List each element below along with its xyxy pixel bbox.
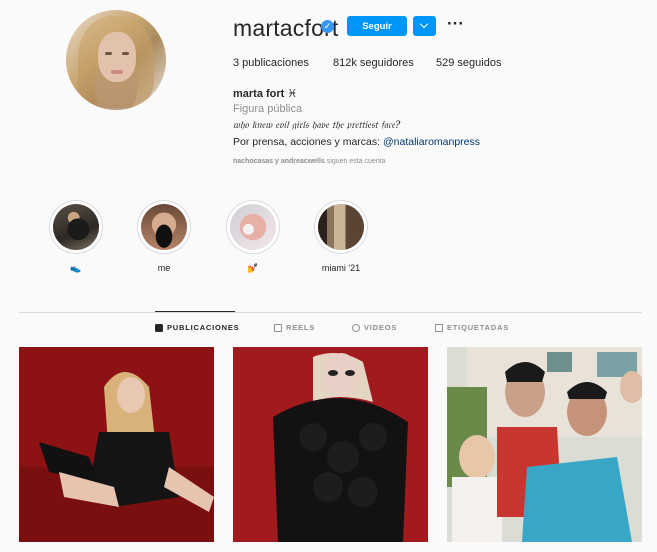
suggested-dropdown-button[interactable] — [413, 16, 436, 36]
tab-label: REELS — [286, 323, 316, 332]
profile-full-name: marta fort ♓︎ — [233, 88, 298, 100]
highlight-ring — [137, 200, 191, 254]
grid-icon — [155, 323, 163, 332]
followed-by-names[interactable]: nachocasas y andreacwells — [233, 158, 325, 165]
post-image — [19, 347, 214, 542]
more-options-icon[interactable]: ··· — [447, 15, 465, 36]
post-image — [233, 347, 428, 542]
avatar-eye — [105, 52, 112, 55]
highlight-item[interactable]: 👟 — [49, 200, 103, 273]
highlight-cover — [53, 204, 99, 250]
follow-button[interactable]: Seguir — [347, 16, 407, 36]
tagged-icon — [435, 323, 443, 332]
tab-label: PUBLICACIONES — [167, 323, 240, 332]
tab-label: VIDEOS — [364, 323, 398, 332]
verified-badge-icon: ✓ — [321, 20, 334, 33]
post-thumbnail[interactable] — [233, 347, 428, 542]
following-count[interactable]: 529 seguidos — [436, 57, 501, 69]
highlight-ring — [226, 200, 280, 254]
avatar-eye — [122, 52, 129, 55]
chevron-down-icon — [419, 19, 429, 29]
bio-line: Por prensa, acciones y marcas: @nataliar… — [233, 136, 480, 148]
highlight-cover — [230, 204, 276, 250]
highlight-item[interactable]: miami '21 — [314, 200, 368, 273]
post-thumbnail[interactable] — [447, 347, 642, 542]
active-tab-indicator — [155, 311, 235, 312]
highlight-label: miami '21 — [321, 263, 361, 273]
tab-videos[interactable]: VIDEOS — [352, 323, 397, 332]
tab-etiquetadas[interactable]: ETIQUETADAS — [435, 323, 509, 332]
tab-publicaciones[interactable]: PUBLICACIONES — [155, 323, 240, 332]
highlight-ring — [49, 200, 103, 254]
tab-reels[interactable]: REELS — [274, 323, 315, 332]
profile-category: Figura pública — [233, 103, 303, 115]
highlight-cover — [318, 204, 364, 250]
highlight-cover — [141, 204, 187, 250]
highlight-item[interactable]: me — [137, 200, 191, 273]
video-icon — [352, 323, 360, 332]
bio-line: 𝔴𝔥𝔬 𝔨𝔫𝔢𝔴 𝔢𝔳𝔦𝔩 𝔤𝔦𝔯𝔩𝔰 𝔥𝔞𝔳𝔢 𝔱𝔥𝔢 𝔭𝔯𝔢𝔱𝔱𝔦𝔢𝔰𝔱 𝔣… — [233, 120, 401, 131]
highlight-label: me — [157, 263, 171, 273]
reels-icon — [274, 323, 282, 332]
highlight-label: 👟 — [70, 263, 82, 273]
highlight-ring — [314, 200, 368, 254]
followed-by[interactable]: nachocasas y andreacwells siguen esta cu… — [233, 158, 386, 165]
post-image — [447, 347, 642, 542]
tab-label: ETIQUETADAS — [447, 323, 509, 332]
highlight-item[interactable]: 💅 — [226, 200, 280, 273]
avatar-lips — [111, 70, 123, 74]
posts-count: 3 publicaciones — [233, 57, 309, 69]
followers-count[interactable]: 812k seguidores — [333, 57, 414, 69]
bio-text: Por prensa, acciones y marcas: — [233, 136, 383, 148]
tabs-divider — [19, 312, 642, 313]
avatar-face — [98, 32, 136, 82]
profile-avatar[interactable] — [66, 10, 166, 110]
post-thumbnail[interactable] — [19, 347, 214, 542]
bio-mention-link[interactable]: @nataliaromanpress — [383, 136, 480, 148]
followed-by-suffix: siguen esta cuenta — [324, 158, 386, 165]
highlight-label: 💅 — [247, 263, 259, 273]
